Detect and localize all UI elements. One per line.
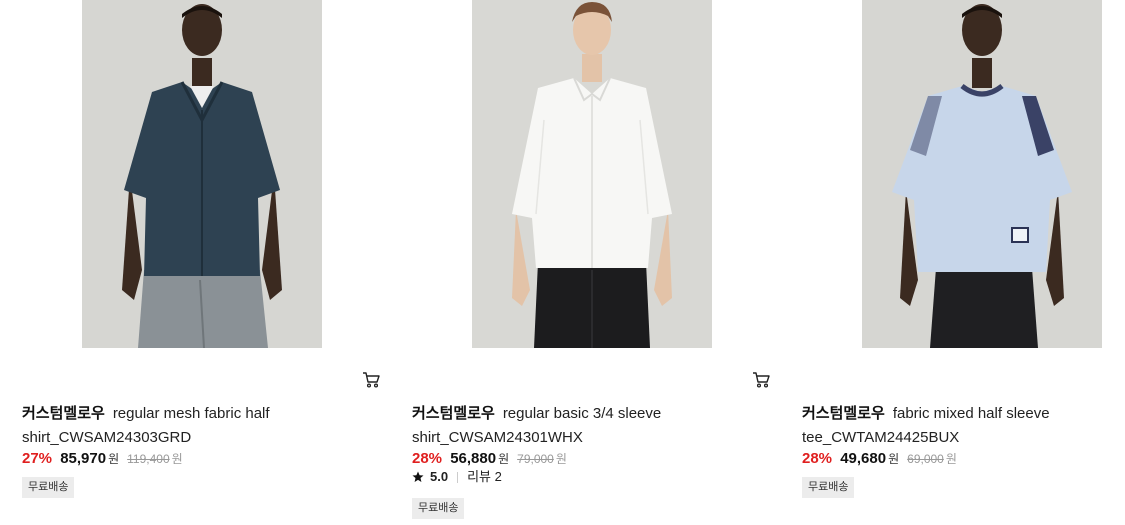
free-shipping-badge: 무료배송 — [802, 477, 855, 498]
rating-row[interactable]: 5.0 리뷰 2 — [412, 467, 502, 487]
sale-price: 85,970 — [60, 450, 107, 467]
original-currency-unit: 원 — [171, 452, 183, 466]
brand-name: 커스텀멜로우 — [22, 405, 105, 422]
rating-score: 5.0 — [430, 469, 449, 484]
product-image[interactable] — [82, 0, 322, 348]
model-light-blue-tee-image — [862, 0, 1102, 348]
currency-unit: 원 — [888, 452, 900, 466]
model-white-shirt-image — [472, 0, 712, 348]
currency-unit: 원 — [108, 452, 120, 466]
price-row: 28% 49,680 원 69,000 원 — [802, 449, 957, 469]
product-image[interactable] — [472, 0, 712, 348]
sale-price: 56,880 — [450, 450, 497, 467]
price-row: 28% 56,880 원 79,000 원 — [412, 449, 567, 469]
original-price: 69,000 — [907, 452, 944, 466]
free-shipping-badge: 무료배송 — [412, 498, 465, 519]
cart-icon — [753, 371, 770, 388]
price-row: 27% 85,970 원 119,400 원 — [22, 449, 183, 469]
discount-rate: 27% — [22, 450, 53, 467]
discount-rate: 28% — [802, 450, 833, 467]
free-shipping-badge: 무료배송 — [22, 477, 75, 498]
sale-price: 49,680 — [840, 450, 887, 467]
original-currency-unit: 원 — [945, 452, 957, 466]
add-to-cart-button[interactable] — [361, 370, 381, 388]
review-count: 리뷰 2 — [467, 469, 502, 484]
product-title[interactable]: 커스텀멜로우 regular basic 3/4 sleeve shirt_CWS… — [412, 402, 712, 450]
cart-icon — [363, 371, 380, 388]
star-icon — [412, 471, 424, 482]
model-navy-mesh-shirt-image — [82, 0, 322, 348]
original-currency-unit: 원 — [555, 452, 567, 466]
product-title[interactable]: 커스텀멜로우 regular mesh fabric half shirt_CWS… — [22, 402, 322, 450]
brand-name: 커스텀멜로우 — [802, 405, 885, 422]
currency-unit: 원 — [498, 452, 510, 466]
brand-name: 커스텀멜로우 — [412, 405, 495, 422]
add-to-cart-button[interactable] — [751, 370, 771, 388]
discount-rate: 28% — [412, 450, 443, 467]
product-title[interactable]: 커스텀멜로우 fabric mixed half sleeve tee_CWTAM… — [802, 402, 1102, 450]
divider — [457, 471, 459, 483]
product-image[interactable] — [862, 0, 1102, 348]
original-price: 79,000 — [517, 452, 554, 466]
original-price: 119,400 — [127, 452, 170, 466]
